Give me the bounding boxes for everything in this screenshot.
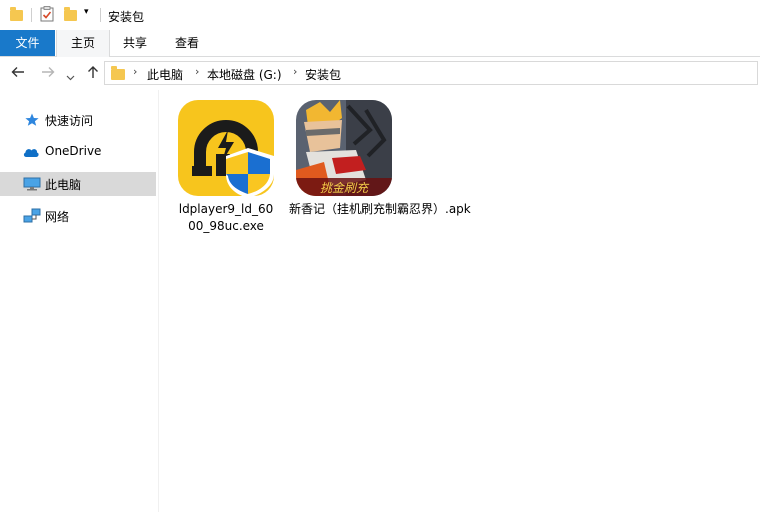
file-name: ldplayer9_ld_60 00_98uc.exe — [171, 201, 281, 235]
tab-view[interactable]: 查看 — [164, 30, 210, 56]
tab-share[interactable]: 共享 — [112, 30, 158, 56]
up-arrow-icon[interactable] — [83, 64, 103, 84]
sidebar-item-label: 网络 — [45, 210, 70, 224]
new-folder-icon[interactable] — [64, 7, 77, 21]
separator — [31, 8, 32, 22]
forward-arrow-icon[interactable] — [38, 64, 58, 84]
naruto-game-apk-icon: 挑金刷充 — [296, 100, 392, 196]
file-name-line: ldplayer9_ld_60 — [178, 202, 274, 216]
file-item[interactable]: ldplayer9_ld_60 00_98uc.exe — [171, 99, 281, 239]
network-icon — [23, 208, 41, 227]
chevron-right-icon[interactable]: › — [195, 65, 199, 78]
sidebar-item-label: 此电脑 — [45, 178, 82, 192]
folder-icon — [111, 66, 125, 80]
sidebar-item-quick-access[interactable]: 快速访问 — [0, 108, 156, 132]
ribbon-tabs: 文件 主页 共享 查看 — [0, 30, 760, 57]
tab-file[interactable]: 文件 — [0, 30, 55, 56]
file-name-line: 新香记（挂机刷充制霸忍界）.apk — [289, 202, 471, 216]
folder-icon[interactable] — [10, 7, 23, 21]
breadcrumb-local-disk[interactable]: 本地磁盘 (G:) — [207, 66, 282, 83]
title-bar: ▾ 安装包 — [0, 0, 760, 30]
breadcrumb-this-pc[interactable]: 此电脑 — [147, 66, 183, 83]
recent-locations-chevron-icon[interactable] — [66, 70, 75, 84]
chevron-right-icon[interactable]: › — [293, 65, 297, 78]
back-arrow-icon[interactable] — [8, 64, 28, 84]
file-name: 新香记（挂机刷充制霸忍界）.apk — [289, 201, 485, 218]
sidebar-item-this-pc[interactable]: 此电脑 — [0, 172, 156, 196]
chevron-right-icon[interactable]: › — [133, 65, 137, 78]
sidebar-item-network[interactable]: 网络 — [0, 204, 156, 228]
file-name-line: 00_98uc.exe — [188, 219, 264, 233]
sidebar-item-label: 快速访问 — [45, 114, 94, 128]
navigation-pane: 快速访问 OneDrive 此电脑 网络 — [0, 90, 159, 512]
breadcrumb-install-folder[interactable]: 安装包 — [305, 66, 341, 83]
computer-icon — [23, 177, 41, 194]
game-badge-text: 挑金刷充 — [320, 181, 370, 195]
separator — [100, 8, 101, 22]
tab-home[interactable]: 主页 — [56, 30, 110, 57]
ldplayer-installer-icon — [178, 100, 274, 198]
star-icon — [24, 112, 40, 131]
sidebar-item-onedrive[interactable]: OneDrive — [0, 140, 156, 164]
file-item[interactable]: 挑金刷充 新香记（挂机刷充制霸忍界）.apk — [289, 99, 489, 239]
cloud-icon — [22, 146, 40, 161]
sidebar-item-label: OneDrive — [45, 144, 102, 158]
properties-icon[interactable] — [40, 6, 54, 22]
address-bar[interactable]: › 此电脑 › 本地磁盘 (G:) › 安装包 — [104, 61, 758, 85]
customize-quick-access-icon[interactable]: ▾ — [84, 7, 89, 17]
window-title: 安装包 — [108, 10, 145, 24]
